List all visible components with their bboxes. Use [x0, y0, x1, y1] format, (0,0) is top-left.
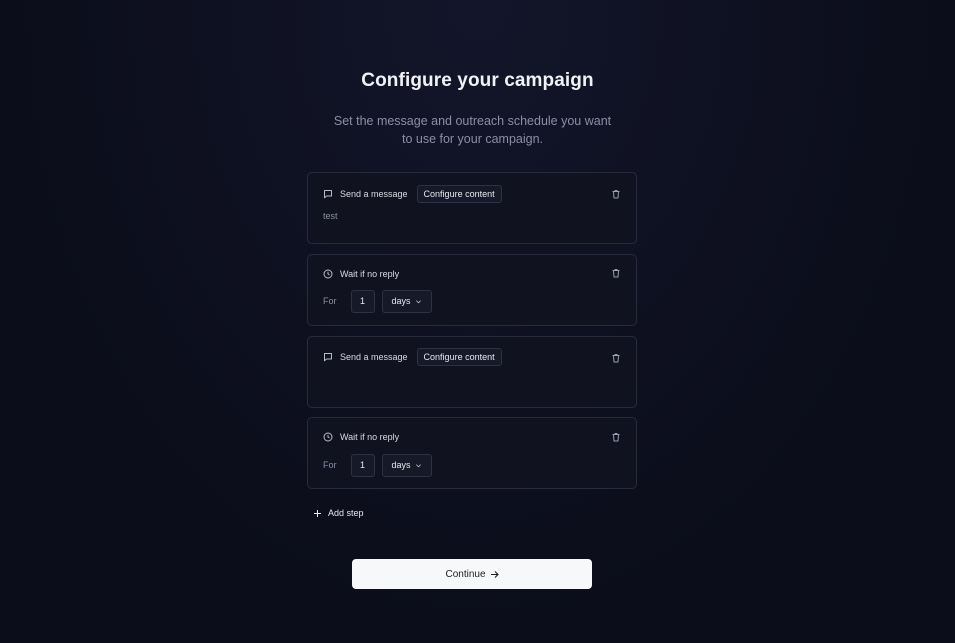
clock-icon: [323, 269, 333, 279]
step-card-message: Send a message Configure content test: [307, 172, 637, 244]
trash-icon[interactable]: [611, 189, 621, 199]
for-label: For: [323, 460, 337, 470]
step-card-wait: Wait if no reply For 1 days: [307, 254, 637, 326]
continue-label: Continue: [445, 568, 486, 580]
for-label: For: [323, 296, 337, 306]
step-label: Wait if no reply: [340, 432, 400, 442]
add-step-label: Add step: [328, 508, 364, 518]
campaign-config-page: Configure your campaign Set the message …: [0, 0, 955, 643]
arrow-right-icon: [490, 570, 499, 579]
chat-bubble-icon: [323, 352, 333, 362]
step-header: Wait if no reply: [323, 428, 399, 446]
step-card-message: Send a message Configure content: [307, 336, 637, 408]
trash-icon[interactable]: [611, 353, 621, 363]
message-content-preview: test: [323, 211, 338, 221]
clock-icon: [323, 432, 333, 442]
chevron-down-icon: [415, 462, 422, 469]
step-header: Send a message Configure content: [323, 185, 502, 203]
step-label: Send a message: [340, 352, 408, 362]
wait-duration-row: For 1 days: [323, 289, 432, 313]
page-subtitle: Set the message and outreach schedule yo…: [333, 114, 612, 146]
chat-bubble-icon: [323, 189, 333, 199]
configure-content-button[interactable]: Configure content: [416, 348, 502, 366]
chevron-down-icon: [415, 298, 422, 305]
wait-amount-input[interactable]: 1: [350, 289, 375, 313]
trash-icon[interactable]: [611, 432, 621, 442]
step-header: Wait if no reply: [323, 265, 399, 283]
wait-unit-value: days: [391, 296, 411, 306]
step-label: Wait if no reply: [340, 269, 400, 279]
plus-icon: [313, 509, 322, 518]
add-step-button[interactable]: Add step: [313, 506, 364, 520]
wait-unit-value: days: [391, 460, 411, 470]
step-label: Send a message: [340, 189, 408, 199]
wait-unit-select[interactable]: days: [381, 289, 432, 313]
configure-content-button[interactable]: Configure content: [416, 185, 502, 203]
wait-amount-input[interactable]: 1: [350, 453, 375, 477]
page-title: Configure your campaign: [361, 70, 594, 91]
step-card-wait: Wait if no reply For 1 days: [307, 417, 637, 489]
step-header: Send a message Configure content: [323, 348, 502, 366]
continue-button[interactable]: Continue: [352, 559, 592, 589]
wait-duration-row: For 1 days: [323, 453, 432, 477]
wait-unit-select[interactable]: days: [381, 453, 432, 477]
trash-icon[interactable]: [611, 268, 621, 278]
